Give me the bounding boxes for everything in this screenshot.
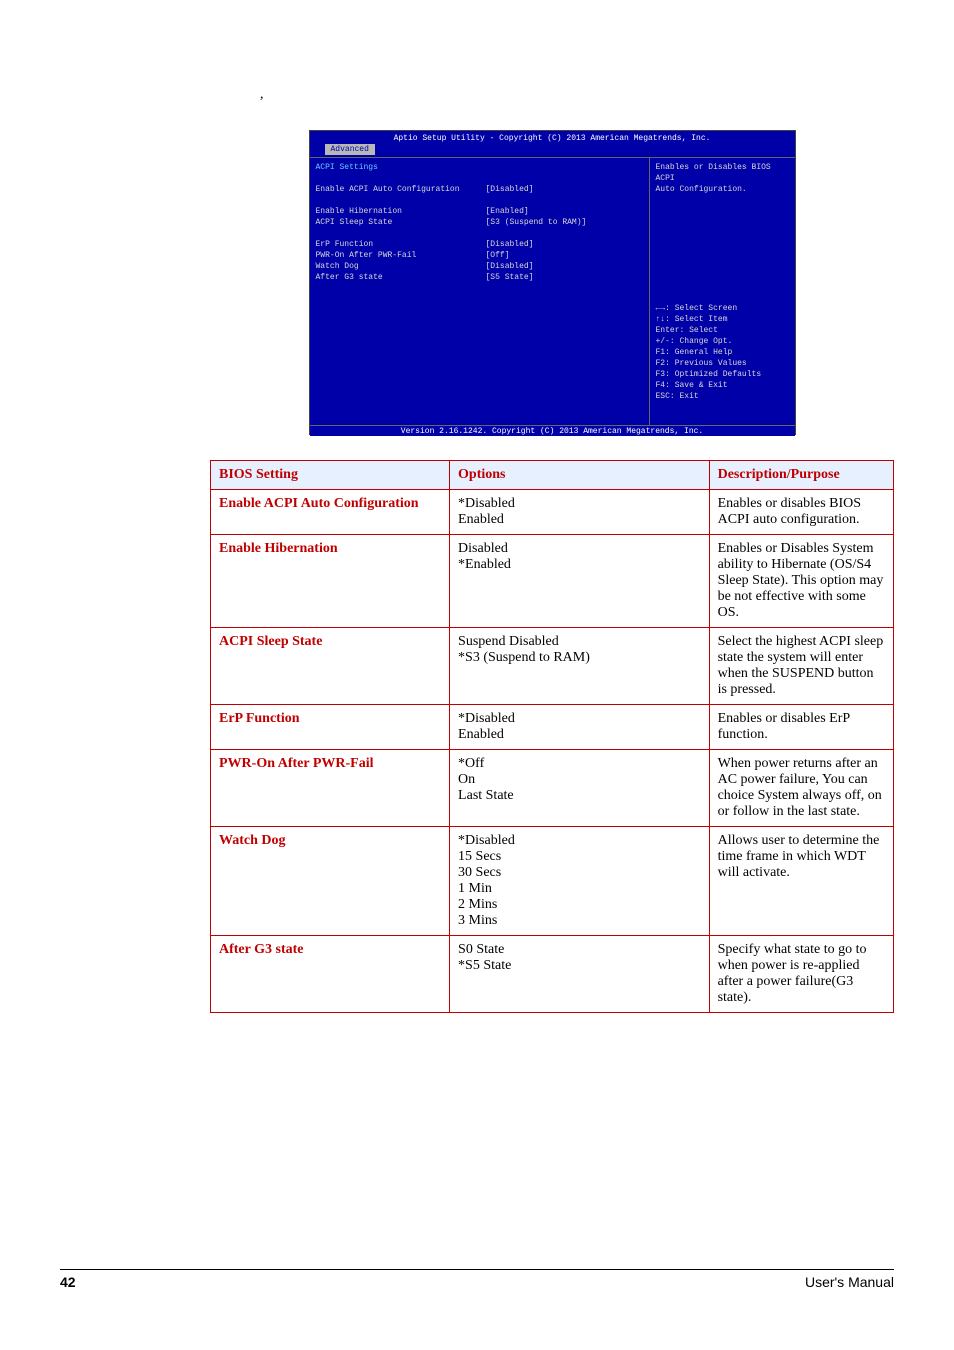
setting-name: Enable ACPI Auto Configuration (211, 490, 450, 535)
table-row: ACPI Sleep StateSuspend Disabled*S3 (Sus… (211, 628, 894, 705)
table-row: Enable ACPI Auto Configuration*DisabledE… (211, 490, 894, 535)
bios-item-value: [Disabled] (486, 261, 534, 272)
page-number: 42 (60, 1274, 76, 1290)
page-footer: 42 User's Manual (60, 1269, 894, 1290)
setting-options: *DisabledEnabled (450, 705, 710, 750)
table-row: ErP Function*DisabledEnabledEnables or d… (211, 705, 894, 750)
bios-item-label: Watch Dog (316, 261, 486, 272)
bios-key: ←→: Select Screen (656, 303, 789, 314)
setting-options: *DisabledEnabled (450, 490, 710, 535)
bios-item-label: ErP Function (316, 239, 486, 250)
settings-table: BIOS Setting Options Description/Purpose… (210, 460, 894, 1013)
setting-description: Select the highest ACPI sleep state the … (709, 628, 893, 705)
setting-description: Enables or Disables System ability to Hi… (709, 535, 893, 628)
bios-key: ↑↓: Select Item (656, 314, 789, 325)
setting-name: ErP Function (211, 705, 450, 750)
table-header: Description/Purpose (709, 461, 893, 490)
bios-item-value: [Disabled] (486, 184, 534, 195)
bios-item-label: ACPI Sleep State (316, 217, 486, 228)
manual-title: User's Manual (805, 1274, 894, 1290)
setting-description: Specify what state to go to when power i… (709, 936, 893, 1013)
setting-name: ACPI Sleep State (211, 628, 450, 705)
setting-name: PWR-On After PWR-Fail (211, 750, 450, 827)
bios-item-value: [Off] (486, 250, 510, 261)
setting-name: After G3 state (211, 936, 450, 1013)
setting-description: Allows user to determine the time frame … (709, 827, 893, 936)
bios-item-label: PWR-On After PWR-Fail (316, 250, 486, 261)
bios-item-value: [Enabled] (486, 206, 529, 217)
bios-help-line: Enables or Disables BIOS ACPI (656, 162, 789, 184)
table-header: BIOS Setting (211, 461, 450, 490)
setting-options: *Disabled15 Secs30 Secs1 Min2 Mins3 Mins (450, 827, 710, 936)
setting-description: Enables or disables BIOS ACPI auto confi… (709, 490, 893, 535)
setting-name: Enable Hibernation (211, 535, 450, 628)
bios-screenshot: Aptio Setup Utility - Copyright (C) 2013… (309, 130, 796, 435)
bios-header: Aptio Setup Utility - Copyright (C) 2013… (310, 131, 795, 157)
table-row: After G3 stateS0 State*S5 StateSpecify w… (211, 936, 894, 1013)
bios-section-title: ACPI Settings (316, 162, 486, 173)
document-page: , Aptio Setup Utility - Copyright (C) 20… (0, 0, 954, 1053)
bios-right-pane: Enables or Disables BIOS ACPI Auto Confi… (650, 158, 795, 425)
bios-tab-advanced: Advanced (325, 144, 375, 155)
bios-key: ESC: Exit (656, 391, 789, 402)
bios-item-label: Enable Hibernation (316, 206, 486, 217)
setting-options: Disabled*Enabled (450, 535, 710, 628)
setting-options: *OffOnLast State (450, 750, 710, 827)
bios-key: F4: Save & Exit (656, 380, 789, 391)
bios-key: F2: Previous Values (656, 358, 789, 369)
bios-footer: Version 2.16.1242. Copyright (C) 2013 Am… (310, 425, 795, 436)
stray-text: , (260, 87, 264, 103)
bios-key: +/-: Change Opt. (656, 336, 789, 347)
bios-body: ACPI Settings Enable ACPI Auto Configura… (310, 157, 795, 425)
table-header: Options (450, 461, 710, 490)
table-row: Watch Dog*Disabled15 Secs30 Secs1 Min2 M… (211, 827, 894, 936)
table-row: PWR-On After PWR-Fail*OffOnLast StateWhe… (211, 750, 894, 827)
bios-key-legend: ←→: Select Screen ↑↓: Select Item Enter:… (656, 303, 789, 402)
bios-item-value: [Disabled] (486, 239, 534, 250)
bios-key: Enter: Select (656, 325, 789, 336)
setting-options: Suspend Disabled*S3 (Suspend to RAM) (450, 628, 710, 705)
bios-help-text: Enables or Disables BIOS ACPI Auto Confi… (656, 162, 789, 195)
bios-key: F3: Optimized Defaults (656, 369, 789, 380)
setting-options: S0 State*S5 State (450, 936, 710, 1013)
bios-help-line: Auto Configuration. (656, 184, 789, 195)
table-header-row: BIOS Setting Options Description/Purpose (211, 461, 894, 490)
setting-name: Watch Dog (211, 827, 450, 936)
setting-description: When power returns after an AC power fai… (709, 750, 893, 827)
bios-item-value: [S3 (Suspend to RAM)] (486, 217, 587, 228)
bios-left-pane: ACPI Settings Enable ACPI Auto Configura… (310, 158, 650, 425)
bios-key: F1: General Help (656, 347, 789, 358)
setting-description: Enables or disables ErP function. (709, 705, 893, 750)
bios-item-label: Enable ACPI Auto Configuration (316, 184, 486, 195)
bios-item-label: After G3 state (316, 272, 486, 283)
bios-item-value: [S5 State] (486, 272, 534, 283)
table-row: Enable HibernationDisabled*EnabledEnable… (211, 535, 894, 628)
